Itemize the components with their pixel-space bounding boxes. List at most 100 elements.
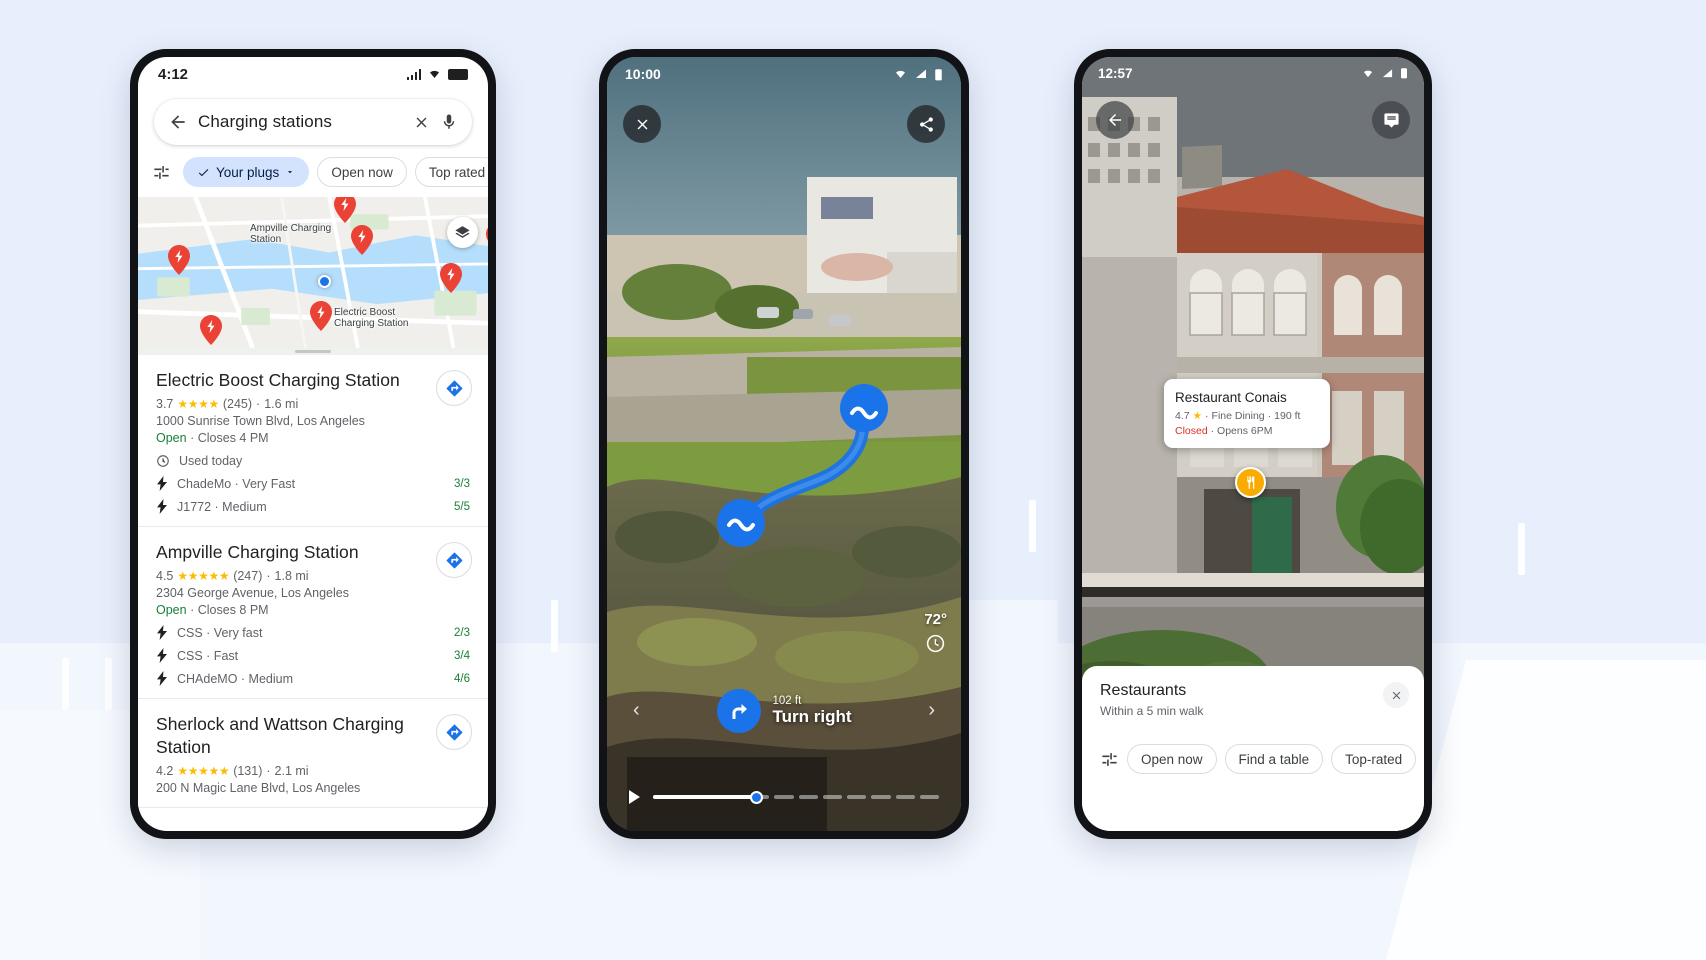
microphone-icon[interactable]: [440, 113, 458, 131]
turn-right-icon: [716, 689, 761, 733]
back-arrow-icon[interactable]: [168, 112, 188, 132]
map-pin[interactable]: [486, 223, 488, 253]
chip-open-now[interactable]: Open now: [1127, 744, 1217, 774]
status-time: 12:57: [1098, 65, 1133, 81]
bottom-sheet-handle[interactable]: [295, 349, 331, 353]
chip-label: Find a table: [1238, 751, 1310, 767]
poi-meta: 4.7 ★ · Fine Dining · 190 ft: [1175, 410, 1301, 422]
turn-instruction-label: Turn right: [772, 707, 852, 726]
map-pin[interactable]: [310, 301, 332, 331]
battery-icon: [935, 68, 942, 80]
chip-your-plugs[interactable]: Your plugs: [183, 157, 310, 187]
phone2-screen: 10:00 72° ‹ › 102 ft Turn right: [607, 57, 961, 831]
chip-top-rated[interactable]: Top-rated: [1331, 744, 1417, 774]
chip-find-a-table[interactable]: Find a table: [1224, 744, 1324, 774]
turn-text-block: 102 ft Turn right: [773, 695, 852, 727]
distance: 1.8 mi: [274, 569, 309, 583]
poi-title: Restaurant Conais: [1175, 390, 1287, 405]
search-input[interactable]: Charging stations: [198, 112, 403, 132]
poi-rating: 4.7: [1175, 410, 1190, 422]
search-bar[interactable]: Charging stations: [154, 99, 472, 145]
bolt-icon: [157, 671, 167, 686]
place-name: Ampville Charging Station: [156, 542, 359, 562]
status-icon-group: [406, 68, 468, 80]
map-pin[interactable]: [440, 263, 462, 293]
signal-bars-icon: [406, 68, 421, 80]
bg-tick-1: [62, 658, 69, 710]
sheet-chip-row[interactable]: Open now Find a table Top-rated More: [1100, 744, 1417, 774]
map-pin[interactable]: [168, 245, 190, 275]
plug-label: ChadeMo · Very Fast: [177, 476, 296, 491]
plug-row: CSS · Fast 3/4: [156, 648, 470, 663]
close-icon[interactable]: [1383, 682, 1409, 708]
rating-value: 3.7: [156, 397, 174, 411]
bg-tick-2: [105, 658, 112, 710]
place-list: Electric Boost Charging Station 3.7 ★★★★…: [138, 355, 488, 808]
turn-distance: 102 ft: [772, 695, 802, 707]
filter-tune-icon[interactable]: [1100, 750, 1119, 769]
clock-icon: [926, 634, 945, 653]
map-label-electric-boost: Electric Boost Charging Station: [334, 307, 409, 329]
share-icon[interactable]: [907, 105, 945, 143]
list-item[interactable]: Sherlock and Wattson Charging Station 4.…: [138, 699, 488, 808]
phone3-status-bar: 12:57: [1082, 57, 1424, 89]
list-item[interactable]: Ampville Charging Station 4.5 ★★★★★ (247…: [138, 527, 488, 699]
plug-label: CHAdeMO · Medium: [177, 671, 293, 686]
star-rating-icon: ★★★★: [177, 397, 219, 411]
map-label-ampville: Ampville Charging Station: [250, 223, 332, 245]
map-pin[interactable]: [351, 225, 373, 255]
chip-top-rated[interactable]: Top rated: [414, 157, 488, 187]
rating-value: 4.2: [156, 764, 174, 778]
back-arrow-icon[interactable]: [1096, 101, 1134, 139]
poi-opens: Opens 6PM: [1217, 425, 1273, 437]
filter-tune-icon[interactable]: [152, 163, 171, 182]
plug-row: CHAdeMO · Medium 4/6: [156, 671, 470, 686]
map-pin[interactable]: [334, 197, 356, 223]
plug-count: 5/5: [454, 500, 470, 513]
wifi-icon: [896, 70, 905, 78]
layers-icon[interactable]: [447, 217, 478, 248]
timeline-scrubber[interactable]: [627, 789, 939, 805]
star-rating-icon: ★★★★★: [177, 569, 230, 583]
rating-row: 4.5 ★★★★★ (247) · 1.8 mi: [156, 569, 309, 583]
place-name: Sherlock and Wattson Charging Station: [156, 714, 404, 757]
used-today-row: Used today: [156, 454, 470, 468]
distance: 2.1 mi: [274, 764, 309, 778]
signal-bars-icon: [916, 69, 926, 78]
map-pin[interactable]: [200, 315, 222, 345]
star-icon: ★: [1192, 410, 1203, 422]
directions-icon[interactable]: [436, 542, 472, 578]
poi-category: Fine Dining: [1211, 410, 1265, 422]
distance: 1.6 mi: [264, 397, 299, 411]
scrub-track[interactable]: [653, 790, 939, 804]
plug-row: ChadeMo · Very Fast 3/3: [156, 476, 470, 491]
phone-device-streetview: 12:57 Restaurant Conais 4.7 ★ · Fine Din…: [1074, 49, 1432, 839]
scrub-handle[interactable]: [749, 790, 763, 804]
rating-value: 4.5: [156, 569, 174, 583]
message-icon[interactable]: [1372, 101, 1410, 139]
close-icon[interactable]: [413, 114, 430, 131]
bg-tick-4: [1029, 500, 1036, 552]
poi-info-card[interactable]: Restaurant Conais 4.7 ★ · Fine Dining · …: [1164, 379, 1330, 448]
directions-icon[interactable]: [436, 370, 472, 406]
close-icon[interactable]: [623, 105, 661, 143]
check-icon: [198, 168, 209, 176]
plug-count: 3/4: [454, 649, 470, 662]
battery-icon: [1401, 68, 1407, 79]
filter-chip-row[interactable]: Your plugs Open now Top rated: [138, 145, 488, 197]
status-icon-group: [893, 68, 943, 81]
chip-label: Your plugs: [216, 164, 280, 180]
plug-label: J1772 · Medium: [177, 499, 267, 514]
bg-tick-3: [551, 600, 558, 652]
battery-full-icon: [448, 68, 468, 80]
open-status: Open: [156, 431, 187, 445]
map-view[interactable]: Ampville Charging Station Electric Boost…: [138, 197, 488, 355]
restaurant-icon[interactable]: [1235, 467, 1266, 498]
signal-bars-icon: [1382, 68, 1393, 77]
list-item[interactable]: Electric Boost Charging Station 3.7 ★★★★…: [138, 355, 488, 527]
turn-instruction[interactable]: 102 ft Turn right: [607, 689, 961, 733]
review-count: (131): [233, 764, 263, 778]
plug-count: 2/3: [454, 626, 470, 639]
directions-icon[interactable]: [436, 714, 472, 750]
chip-open-now[interactable]: Open now: [317, 157, 407, 187]
